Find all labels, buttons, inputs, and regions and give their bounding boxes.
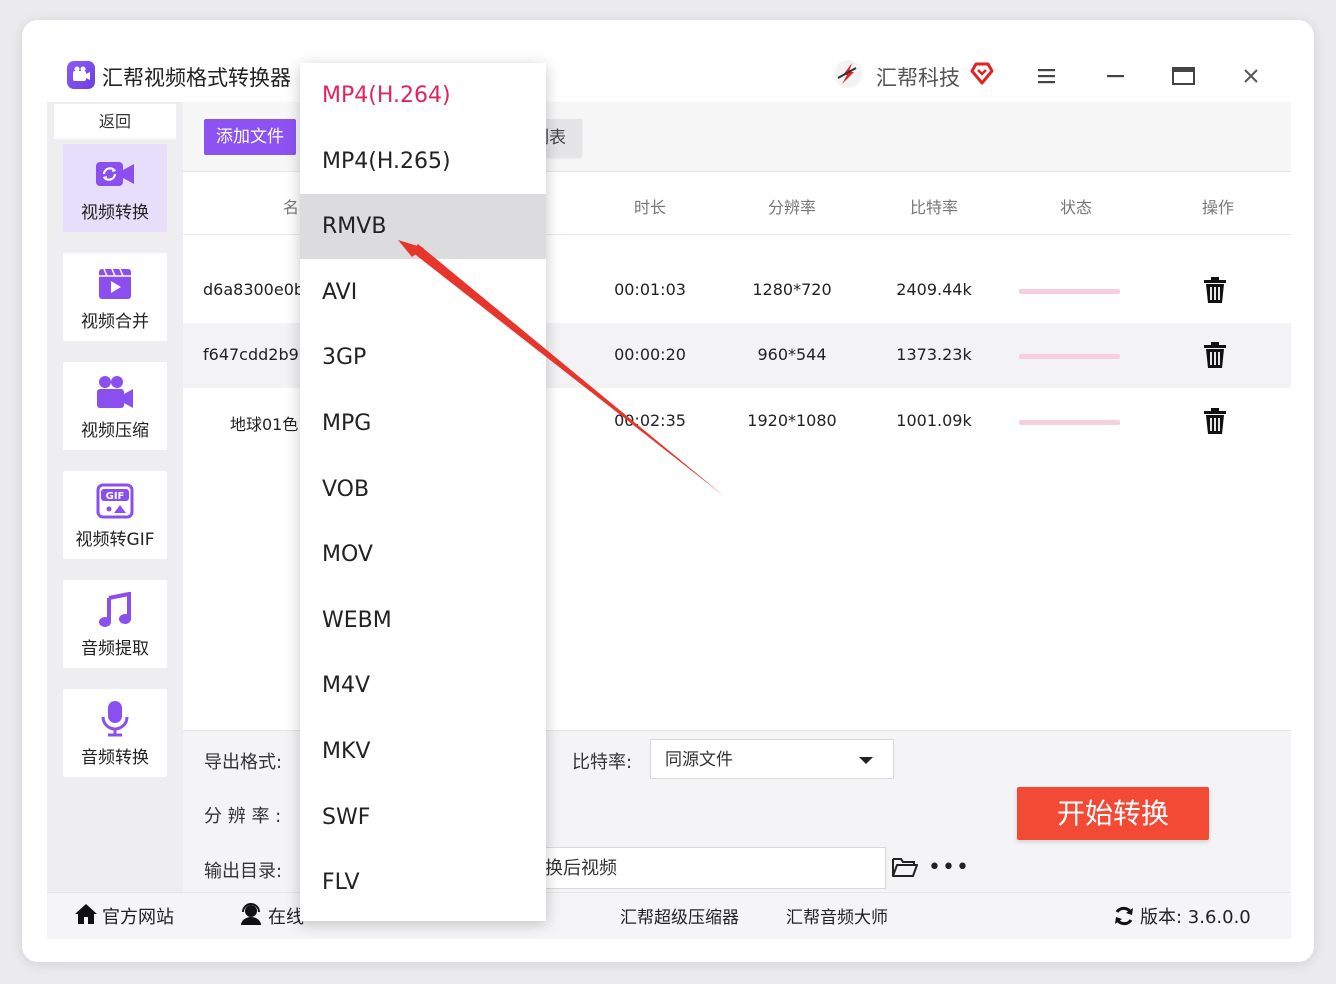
format-option[interactable]: MOV (300, 522, 546, 587)
file-bitrate: 1001.09k (896, 411, 972, 430)
menu-icon[interactable] (1029, 58, 1065, 94)
export-format-label: 导出格式: (204, 752, 283, 773)
footer: 官方网站 在线 汇帮超级压缩器 汇帮音频大师 版本: 3.6.0.0 (47, 892, 1291, 939)
trash-icon[interactable] (1204, 277, 1226, 307)
sidebar-item-video-convert[interactable]: 视频转换 (63, 144, 167, 232)
resolution-label: 分 辨 率 : (204, 806, 282, 827)
file-duration: 00:00:20 (614, 345, 686, 364)
file-bitrate: 2409.44k (896, 280, 972, 299)
bitrate-select-value: 同源文件 (665, 750, 733, 770)
online-service-link[interactable]: 在线 (268, 903, 304, 929)
file-name: d6a8300e0b (203, 280, 303, 299)
add-file-button[interactable]: 添加文件 (204, 119, 296, 155)
app-window: 汇帮视频格式转换器 汇帮科技 返回 视频转换 视频合并 视频压缩 GIF 视频转… (22, 20, 1314, 962)
chevron-down-icon (859, 757, 873, 764)
bitrate-select[interactable]: 同源文件 (650, 739, 894, 779)
format-option[interactable]: MKV (300, 719, 546, 784)
column-header-duration: 时长 (633, 198, 666, 217)
sidebar-item-label: 视频转换 (81, 203, 149, 223)
close-icon[interactable] (1233, 58, 1269, 94)
svg-text:GIF: GIF (106, 491, 125, 502)
format-option[interactable]: MP4(H.264) (300, 63, 546, 128)
app-logo-icon (67, 61, 95, 89)
format-dropdown: MP4(H.264) MP4(H.265) RMVB AVI 3GP MPG VOB MOV W… (300, 63, 546, 921)
maximize-icon[interactable] (1165, 58, 1201, 94)
file-duration: 00:01:03 (614, 280, 686, 299)
sidebar-item-label: 视频转GIF (75, 530, 155, 550)
video-merge-icon (96, 265, 134, 301)
file-name: f647cdd2b9 (203, 345, 299, 364)
more-icon[interactable]: ••• (928, 855, 970, 880)
sidebar-item-label: 视频合并 (81, 312, 149, 332)
trash-icon[interactable] (1204, 342, 1226, 372)
app-title: 汇帮视频格式转换器 (102, 66, 291, 90)
video-compress-icon (96, 374, 134, 410)
status-progress-bar (1019, 420, 1120, 425)
column-header-resolution: 分辨率 (767, 198, 816, 217)
format-option[interactable]: VOB (300, 457, 546, 522)
brand-logo-icon (832, 58, 864, 94)
file-resolution: 1280*720 (752, 280, 832, 299)
heart-icon[interactable] (969, 60, 995, 90)
output-dir-label: 输出目录: (204, 861, 283, 882)
file-duration: 00:02:35 (614, 411, 686, 430)
brand-name: 汇帮科技 (876, 66, 960, 90)
compressor-link[interactable]: 汇帮超级压缩器 (620, 903, 739, 928)
sidebar-item-label: 视频压缩 (81, 421, 149, 441)
refresh-icon[interactable] (1113, 905, 1135, 931)
file-bitrate: 1373.23k (896, 345, 972, 364)
format-option[interactable]: MP4(H.265) (300, 129, 546, 194)
status-progress-bar (1019, 289, 1120, 294)
trash-icon[interactable] (1204, 408, 1226, 438)
sidebar-item-video-gif[interactable]: GIF 视频转GIF (63, 471, 167, 559)
format-option[interactable]: AVI (300, 260, 546, 325)
sidebar: 返回 视频转换 视频合并 视频压缩 GIF 视频转GIF 音频提取 音频转换 (47, 102, 183, 910)
bitrate-label: 比特率: (572, 752, 633, 773)
sidebar-item-video-merge[interactable]: 视频合并 (63, 253, 167, 341)
format-option[interactable]: MPG (300, 391, 546, 456)
gif-icon: GIF (96, 483, 134, 519)
status-progress-bar (1019, 354, 1120, 359)
format-option[interactable]: SWF (300, 785, 546, 850)
back-button[interactable]: 返回 (54, 104, 176, 139)
column-header-status: 状态 (1059, 198, 1092, 217)
file-resolution: 1920*1080 (747, 411, 837, 430)
start-convert-button[interactable]: 开始转换 (1017, 787, 1209, 840)
official-website-link[interactable]: 官方网站 (102, 903, 174, 929)
title-bar: 汇帮视频格式转换器 汇帮科技 (22, 20, 1314, 102)
sidebar-item-audio-extract[interactable]: 音频提取 (63, 580, 167, 668)
music-note-icon (96, 591, 134, 628)
format-option[interactable]: RMVB (300, 194, 546, 260)
sidebar-item-video-compress[interactable]: 视频压缩 (63, 362, 167, 450)
version-label: 版本: 3.6.0.0 (1140, 907, 1251, 928)
format-option[interactable]: FLV (300, 850, 546, 915)
format-option[interactable]: WEBM (300, 588, 546, 653)
video-convert-icon (96, 156, 134, 192)
format-option[interactable]: M4V (300, 653, 546, 718)
column-header-bitrate: 比特率 (909, 198, 958, 217)
audio-master-link[interactable]: 汇帮音频大师 (786, 903, 888, 928)
output-dir-input[interactable]: 换后视频 (520, 847, 886, 889)
folder-icon[interactable] (892, 856, 918, 882)
customer-service-icon (239, 903, 263, 929)
sidebar-item-audio-convert[interactable]: 音频转换 (63, 689, 167, 777)
home-icon (74, 903, 98, 929)
sidebar-item-label: 音频转换 (81, 748, 149, 768)
microphone-icon (96, 701, 134, 737)
column-header-action: 操作 (1201, 198, 1234, 217)
minimize-icon[interactable] (1097, 58, 1133, 94)
format-option[interactable]: 3GP (300, 325, 546, 390)
file-resolution: 960*544 (757, 345, 827, 364)
sidebar-item-label: 音频提取 (81, 639, 149, 659)
